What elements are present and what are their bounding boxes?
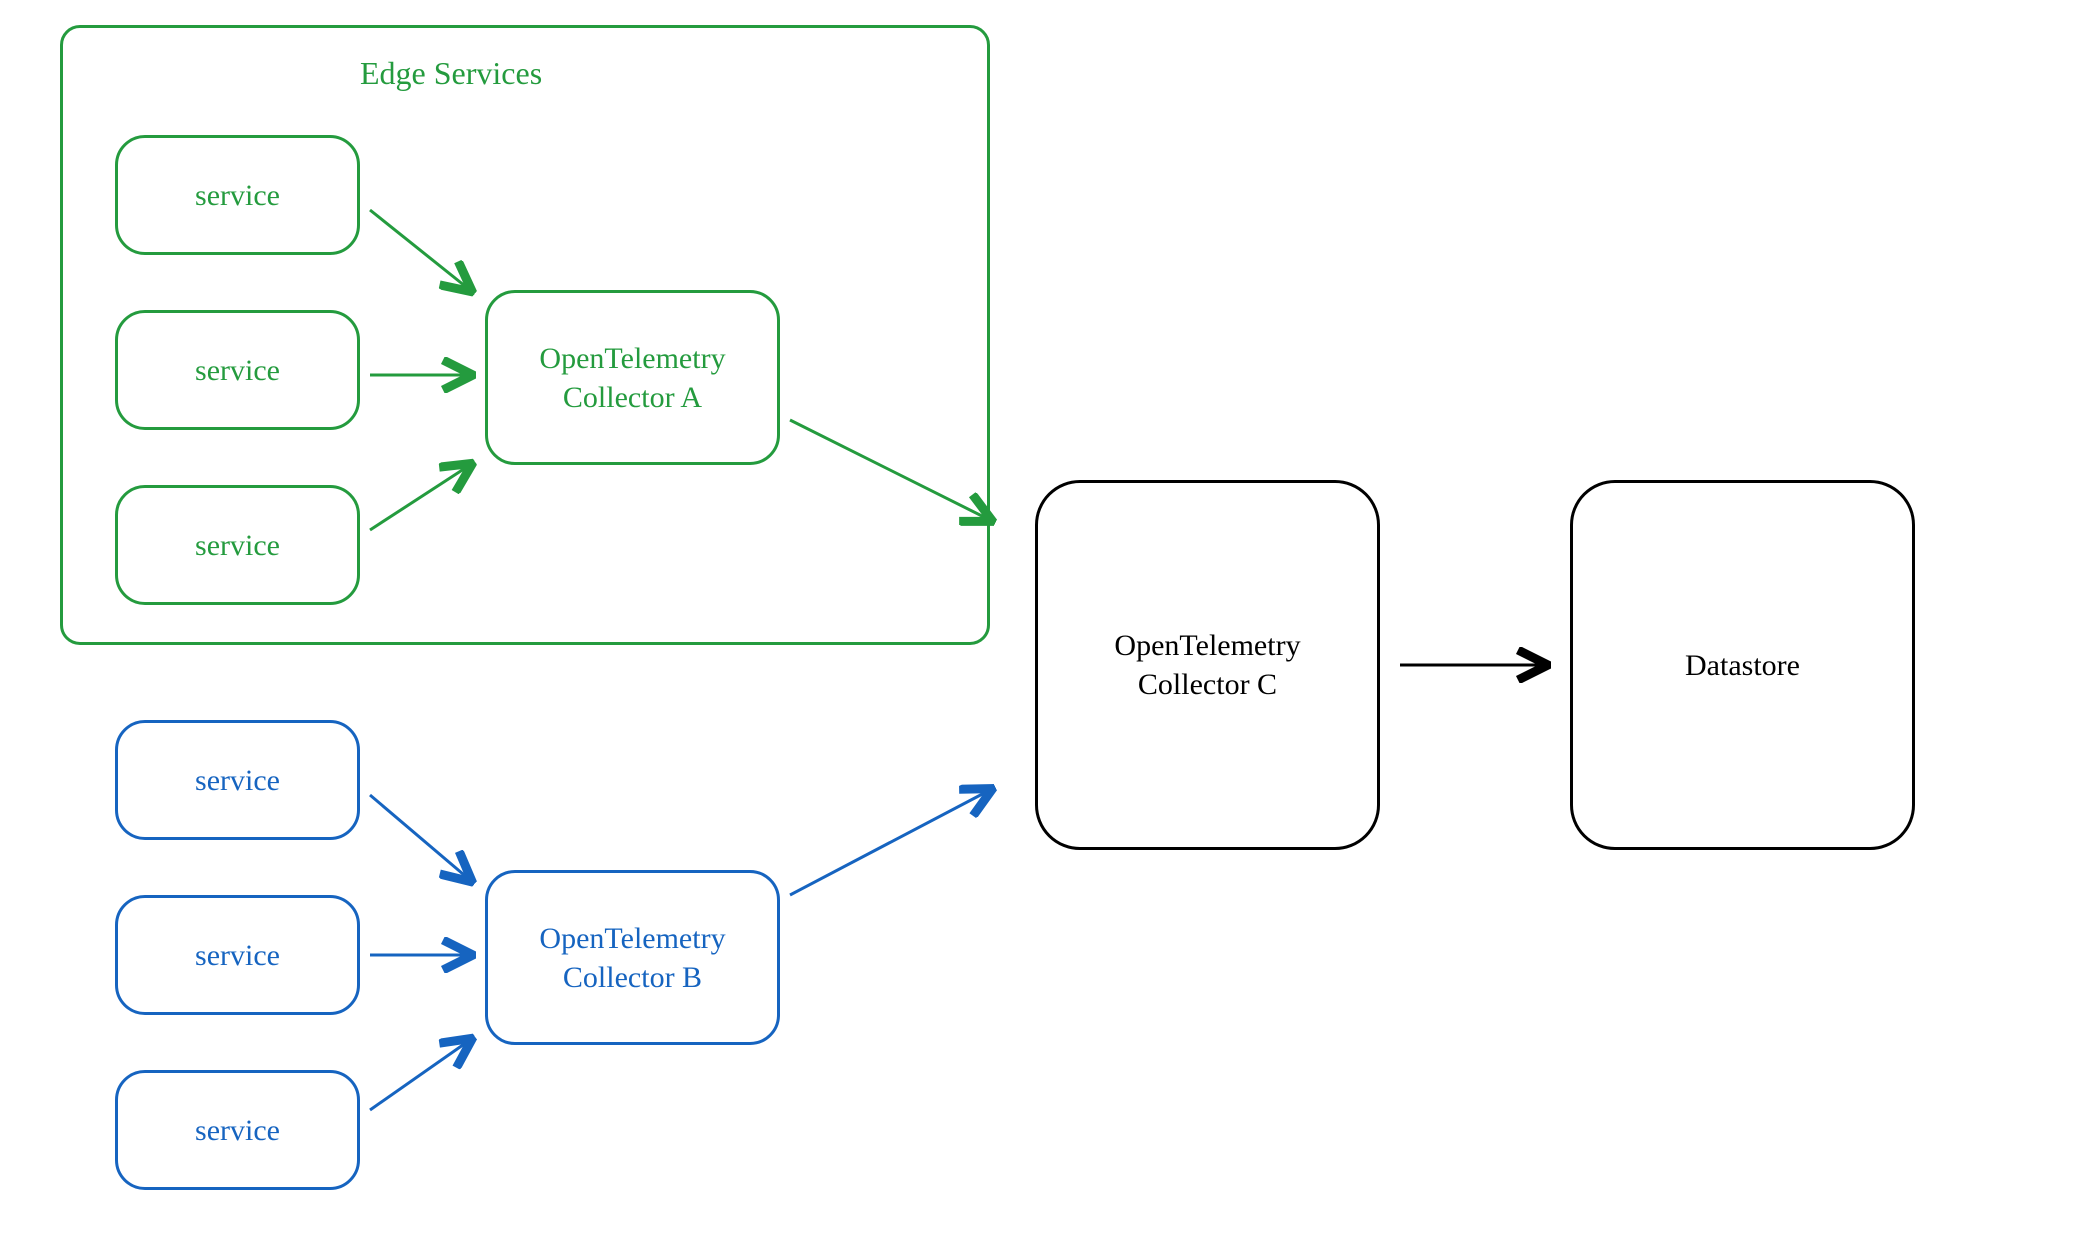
collector-b: OpenTelemetry Collector B	[485, 870, 780, 1045]
collector-c: OpenTelemetry Collector C	[1035, 480, 1380, 850]
blue-service-2: service	[115, 895, 360, 1015]
edge-services-title: Edge Services	[360, 55, 542, 92]
collector-a: OpenTelemetry Collector A	[485, 290, 780, 465]
datastore: Datastore	[1570, 480, 1915, 850]
blue-service-1: service	[115, 720, 360, 840]
green-service-2: service	[115, 310, 360, 430]
blue-service-3: service	[115, 1070, 360, 1190]
green-service-3: service	[115, 485, 360, 605]
green-service-1: service	[115, 135, 360, 255]
